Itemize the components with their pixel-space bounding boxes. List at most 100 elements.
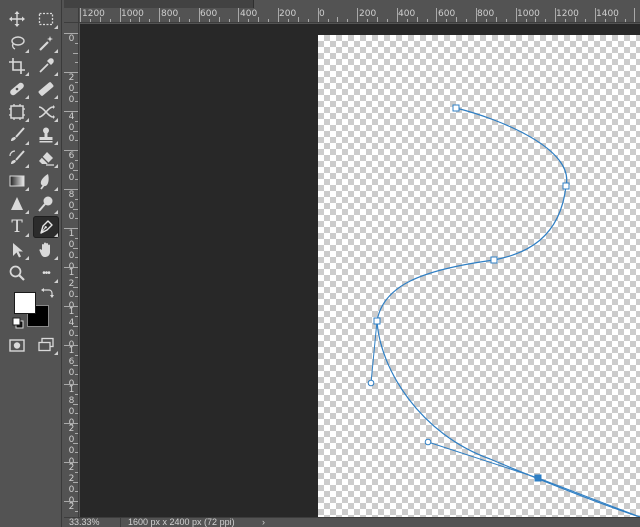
screen-mode[interactable]: [33, 334, 59, 356]
magic-wand-tool[interactable]: [33, 32, 59, 54]
ruler-tick: [258, 17, 260, 22]
frame-icon: [9, 104, 25, 120]
screen-mode-icon: [38, 337, 54, 352]
hand-icon: [39, 242, 50, 257]
frame-tool[interactable]: [4, 101, 30, 123]
ruler-label: 400: [398, 9, 416, 19]
move-tool[interactable]: [4, 8, 30, 30]
top-strip: [0, 0, 640, 8]
ruler-tick: [565, 19, 567, 22]
zoom-level[interactable]: 33.33%: [69, 518, 100, 527]
crop-tool[interactable]: [4, 55, 30, 77]
ruler-tick: [367, 19, 369, 22]
ruler-tick: [64, 501, 78, 502]
pen-tool[interactable]: [33, 216, 59, 238]
type-icon: T: [11, 217, 23, 237]
ruler-tick: [73, 325, 78, 327]
ruler-origin[interactable]: [64, 8, 79, 23]
ruler-tick: [75, 62, 78, 64]
ruler-tick: [75, 374, 78, 376]
type-tool[interactable]: T: [4, 216, 30, 238]
horizontal-ruler[interactable]: 1200 1000 800 600 400 200 0 200 400 600 …: [64, 8, 640, 23]
eraser-tool[interactable]: [33, 147, 59, 169]
swap-colors-icon[interactable]: [40, 287, 54, 299]
ruler-tick: [614, 17, 616, 22]
direction-handle[interactable]: [424, 438, 432, 446]
shuffle-tool[interactable]: [33, 101, 59, 123]
lasso-tool[interactable]: [4, 32, 30, 54]
anchor-point[interactable]: [562, 182, 570, 190]
path-overlay[interactable]: [80, 24, 640, 517]
ruler-tick: [64, 462, 78, 463]
direction-handle[interactable]: [367, 379, 375, 387]
ruler-tick: [594, 8, 596, 22]
brush-icon: [11, 127, 25, 141]
history-brush-icon: [9, 150, 25, 164]
ruler-label: 800: [68, 190, 75, 222]
foreground-color-swatch[interactable]: [14, 292, 36, 314]
quick-mask-mode[interactable]: [4, 334, 30, 356]
vertical-ruler[interactable]: 0 200 400 600 800 1000 1200 1400 1600 18…: [64, 23, 79, 517]
ruler-tick: [248, 19, 250, 22]
eyedropper-tool[interactable]: [33, 55, 59, 77]
ruler-tick: [75, 432, 78, 434]
crop-icon: [9, 58, 25, 74]
ruler-tick: [73, 52, 78, 54]
bandage-icon: [10, 82, 24, 96]
ruler-tick: [208, 19, 210, 22]
ruler-tick: [73, 91, 78, 93]
stamp-tool[interactable]: [33, 124, 59, 146]
ruler-tick: [75, 101, 78, 103]
sharpen-tool[interactable]: [4, 193, 30, 215]
dodge-icon: [38, 196, 53, 212]
ruler-tick: [515, 8, 517, 22]
more-tools[interactable]: •••: [33, 262, 59, 284]
ruler-tick: [73, 169, 78, 171]
ruler-tick: [75, 120, 78, 122]
ruler-label: 2: [68, 502, 75, 512]
ruler-tick: [525, 19, 527, 22]
default-colors-icon[interactable]: [12, 317, 24, 329]
ruler-tick: [73, 403, 78, 405]
ruler-tick: [73, 286, 78, 288]
anchor-point[interactable]: [452, 104, 460, 112]
ruler-tick: [73, 130, 78, 132]
stamp-icon: [39, 127, 53, 143]
healing-tool[interactable]: [4, 78, 30, 100]
marquee-tool[interactable]: [33, 8, 59, 30]
brush-tool[interactable]: [4, 124, 30, 146]
hand-tool[interactable]: [33, 239, 59, 261]
ruler-label: 200: [68, 73, 75, 105]
ruler-tick: [575, 17, 576, 22]
eyedropper-icon: [39, 58, 54, 73]
ruler-tick: [64, 228, 78, 229]
history-brush-tool[interactable]: [4, 147, 30, 169]
document-tab-edge[interactable]: [64, 0, 254, 8]
quick-mask-icon: [9, 339, 25, 352]
anchor-point[interactable]: [373, 317, 381, 325]
bezier-path[interactable]: [376, 107, 640, 517]
status-menu-arrow[interactable]: ›: [262, 518, 265, 527]
ruler-tick: [75, 315, 78, 317]
gradient-tool[interactable]: [4, 170, 30, 192]
ruler-tick: [73, 247, 78, 249]
triangle-icon: [11, 197, 23, 210]
selected-anchor-point[interactable]: [534, 474, 542, 482]
ruler-label: 600: [200, 9, 218, 19]
ruler-tick: [495, 17, 497, 22]
document-workspace[interactable]: [80, 24, 640, 517]
ruler-label: 1000: [121, 9, 144, 19]
ruler-tick: [75, 510, 78, 512]
ruler-tick: [218, 17, 220, 22]
dodge-tool[interactable]: [33, 193, 59, 215]
anchor-point[interactable]: [490, 256, 498, 264]
blur-tool[interactable]: [33, 170, 59, 192]
ruler-tick: [64, 72, 78, 73]
path-selection-tool[interactable]: [4, 239, 30, 261]
content-aware-tool[interactable]: [33, 78, 59, 100]
eraser-icon: [39, 152, 54, 166]
ruler-label: 200: [279, 9, 297, 19]
zoom-tool[interactable]: [4, 262, 30, 284]
ruler-tick: [307, 19, 309, 22]
ruler-label: 600: [68, 151, 75, 183]
